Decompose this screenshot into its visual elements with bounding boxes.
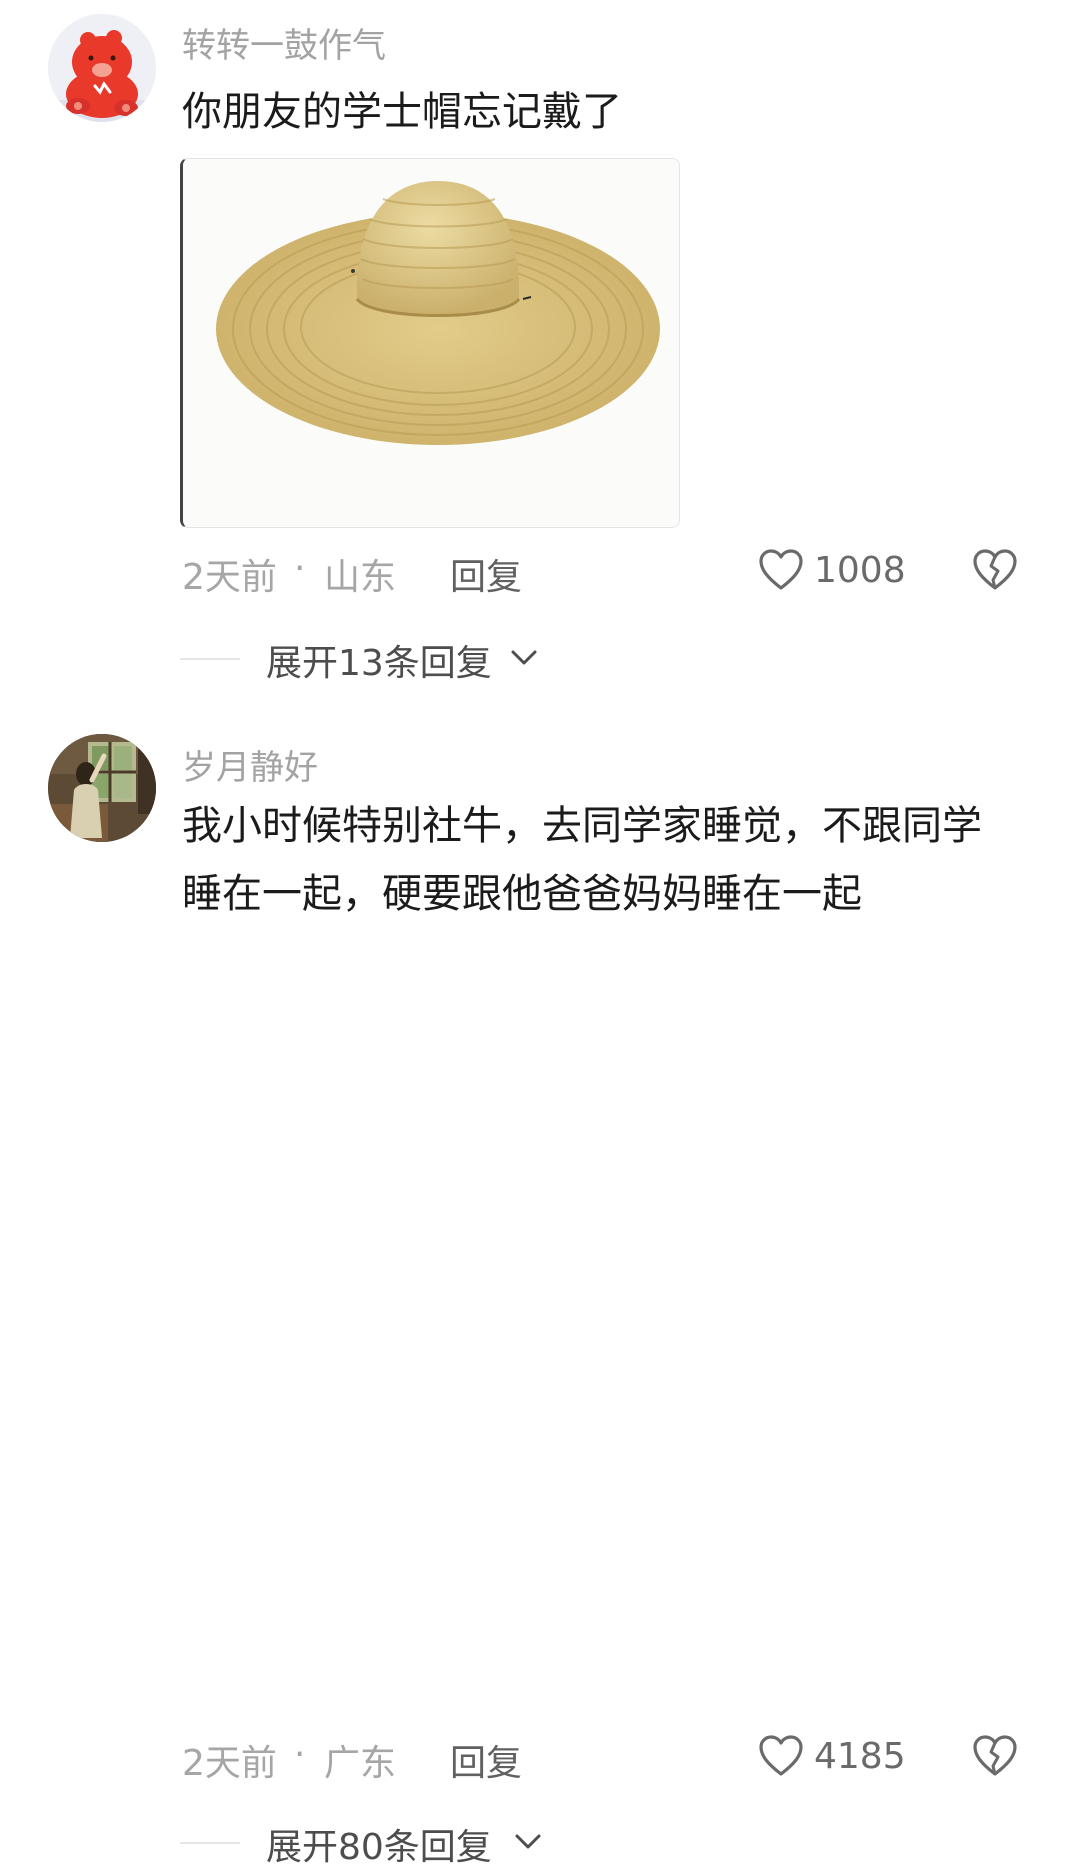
heart-icon bbox=[759, 1735, 803, 1776]
comment-meta: 2天前 · 山东 回复 1008 bbox=[182, 546, 1052, 598]
meta-separator: · bbox=[294, 548, 306, 589]
reply-button[interactable]: 回复 bbox=[450, 1734, 522, 1786]
reply-button[interactable]: 回复 bbox=[450, 548, 522, 600]
user-avatar[interactable] bbox=[48, 14, 156, 122]
username[interactable]: 岁月静好 bbox=[182, 740, 318, 789]
comment-time: 2天前 bbox=[182, 557, 277, 598]
chevron-down-icon bbox=[515, 1834, 541, 1849]
username[interactable]: 转转一鼓作气 bbox=[182, 18, 386, 67]
broken-heart-icon bbox=[973, 1735, 1017, 1776]
heart-icon bbox=[759, 549, 803, 590]
chevron-down-icon bbox=[511, 650, 537, 665]
comment-item: 转转一鼓作气 你朋友的学士帽忘记戴了 2天前 · 山东 回复 1008 展开13… bbox=[0, 0, 1080, 700]
comment-location: 山东 bbox=[324, 557, 397, 598]
like-count: 1008 bbox=[814, 550, 906, 591]
comment-time: 2天前 bbox=[182, 1743, 277, 1784]
expand-replies-label: 展开80条回复 bbox=[266, 1827, 492, 1868]
girl-window-photo-avatar-icon bbox=[48, 734, 156, 842]
comment-location: 广东 bbox=[324, 1743, 397, 1784]
divider-line bbox=[180, 658, 240, 660]
broken-heart-icon bbox=[973, 549, 1017, 590]
meta-separator: · bbox=[294, 1734, 306, 1775]
user-avatar[interactable] bbox=[48, 734, 156, 842]
like-button[interactable]: 1008 bbox=[758, 546, 928, 596]
comment-image[interactable] bbox=[180, 158, 680, 528]
comment-item: 岁月静好 我小时候特别社牛，去同学家睡觉，不跟同学睡在一起，硬要跟他爸爸妈妈睡在… bbox=[0, 718, 1080, 1868]
comment-meta: 2天前 · 广东 回复 4185 bbox=[182, 1732, 1052, 1784]
dislike-button[interactable] bbox=[972, 1734, 1018, 1782]
dislike-button[interactable] bbox=[972, 548, 1018, 596]
like-button[interactable]: 4185 bbox=[758, 1732, 928, 1782]
comment-text: 你朋友的学士帽忘记戴了 bbox=[182, 89, 622, 135]
like-count: 4185 bbox=[814, 1736, 906, 1777]
divider-line bbox=[180, 1842, 240, 1844]
comment-text: 我小时候特别社牛，去同学家睡觉，不跟同学睡在一起，硬要跟他爸爸妈妈睡在一起 bbox=[182, 803, 982, 917]
straw-hat-image-icon bbox=[183, 159, 679, 527]
red-bear-avatar-icon bbox=[48, 14, 156, 122]
expand-replies-label: 展开13条回复 bbox=[266, 643, 492, 684]
